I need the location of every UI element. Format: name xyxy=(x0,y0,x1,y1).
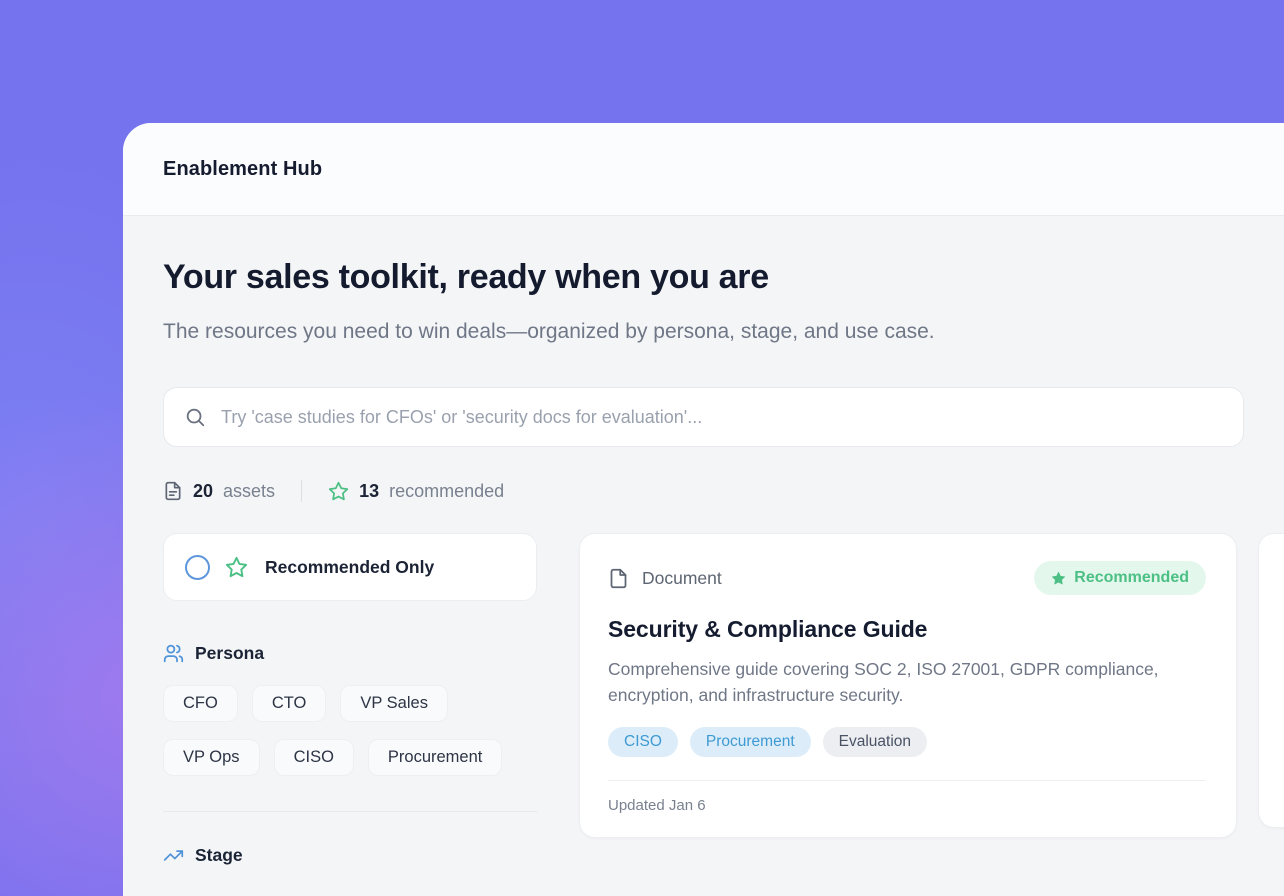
star-icon xyxy=(225,556,248,579)
star-icon xyxy=(328,481,349,502)
search-icon xyxy=(184,406,206,428)
tag-evaluation[interactable]: Evaluation xyxy=(823,727,927,757)
search-input[interactable] xyxy=(221,407,1223,428)
tag-ciso[interactable]: CISO xyxy=(608,727,678,757)
stats-divider xyxy=(301,480,302,502)
enablement-hub-panel: Enablement Hub Your sales toolkit, ready… xyxy=(123,123,1284,896)
document-icon xyxy=(163,481,183,501)
recommended-stat: 13 recommended xyxy=(328,481,504,502)
app-title: Enablement Hub xyxy=(163,158,322,181)
stage-filter-label: Stage xyxy=(195,845,243,866)
page-title: Your sales toolkit, ready when you are xyxy=(163,258,1284,297)
persona-filter-label: Persona xyxy=(195,643,264,664)
recommended-badge: Recommended xyxy=(1034,561,1206,595)
assets-label: assets xyxy=(223,481,275,502)
tag-procurement[interactable]: Procurement xyxy=(690,727,811,757)
asset-type-label: Document xyxy=(642,568,722,589)
persona-chip-vp-sales[interactable]: VP Sales xyxy=(340,685,448,722)
asset-card-list: Document Recommended Security & Complian… xyxy=(579,533,1284,838)
sidebar-divider xyxy=(163,811,537,812)
search-bar[interactable] xyxy=(163,387,1244,447)
star-filled-icon xyxy=(1051,571,1066,586)
asset-card-next-peek[interactable] xyxy=(1258,533,1284,828)
trending-up-icon xyxy=(163,845,184,866)
app-header: Enablement Hub xyxy=(123,123,1284,216)
persona-chip-list: CFO CTO VP Sales VP Ops CISO Procurement xyxy=(163,685,537,776)
stage-filter-header: Stage xyxy=(163,845,537,866)
card-divider xyxy=(608,780,1206,781)
persona-filter-header: Persona xyxy=(163,643,537,664)
persona-chip-procurement[interactable]: Procurement xyxy=(368,739,502,776)
asset-updated: Updated Jan 6 xyxy=(608,797,1206,814)
radio-circle-icon[interactable] xyxy=(185,555,210,580)
recommended-only-toggle[interactable]: Recommended Only xyxy=(163,533,537,601)
asset-card-security-compliance-guide[interactable]: Document Recommended Security & Complian… xyxy=(579,533,1237,838)
stats-row: 20 assets 13 recommended xyxy=(163,480,1284,502)
persona-chip-vp-ops[interactable]: VP Ops xyxy=(163,739,260,776)
main-content: Your sales toolkit, ready when you are T… xyxy=(123,216,1284,866)
page-subtitle: The resources you need to win deals—orga… xyxy=(163,314,993,350)
asset-tag-list: CISO Procurement Evaluation xyxy=(608,727,1206,757)
filters-sidebar: Recommended Only Persona CFO xyxy=(163,533,537,866)
persona-chip-cto[interactable]: CTO xyxy=(252,685,327,722)
asset-description: Comprehensive guide covering SOC 2, ISO … xyxy=(608,656,1196,708)
recommended-only-label: Recommended Only xyxy=(265,557,434,578)
file-icon xyxy=(608,568,629,589)
recommended-count: 13 xyxy=(359,481,379,502)
users-icon xyxy=(163,643,184,664)
persona-chip-ciso[interactable]: CISO xyxy=(274,739,354,776)
recommended-badge-label: Recommended xyxy=(1074,569,1189,587)
asset-type: Document xyxy=(608,568,722,589)
assets-count: 20 xyxy=(193,481,213,502)
asset-title: Security & Compliance Guide xyxy=(608,616,1206,643)
recommended-label: recommended xyxy=(389,481,504,502)
assets-stat: 20 assets xyxy=(163,481,275,502)
persona-chip-cfo[interactable]: CFO xyxy=(163,685,238,722)
